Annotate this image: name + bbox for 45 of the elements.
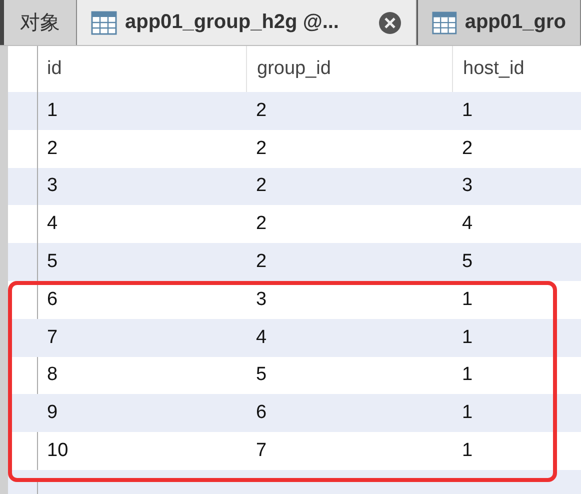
table-row[interactable]: 8 5 1 <box>8 356 581 394</box>
table-row[interactable]: 5 2 5 <box>8 243 581 281</box>
table-cell-text: 2 <box>255 174 268 198</box>
table-cell-text: 2 <box>255 136 268 161</box>
table-cell-text: 1 <box>461 288 474 312</box>
tab[interactable]: app01_gro <box>417 0 581 45</box>
table-row[interactable]: 6 3 1 <box>8 280 581 319</box>
table-cell-text: 5 <box>255 363 268 388</box>
table-row[interactable]: 1 2 1 <box>8 92 581 130</box>
table-cell-text: 1 <box>461 98 474 123</box>
table-cell-text: 2 <box>255 212 268 236</box>
table-cell-text: 3 <box>46 174 59 198</box>
table-cell-text: 2 <box>46 136 59 161</box>
table-cell-text: 1 <box>461 439 474 464</box>
table-cell-text: 6 <box>255 401 268 426</box>
close-icon[interactable] <box>378 10 402 34</box>
table-cell-text: 2 <box>255 250 268 274</box>
table-cell-text: 1 <box>461 363 474 388</box>
table-cell-text: 2 <box>255 98 268 123</box>
tab[interactable]: 对象 <box>0 0 77 45</box>
column-header[interactable]: id <box>37 46 246 92</box>
table-cell-text: 3 <box>461 174 474 198</box>
table-icon <box>91 10 117 34</box>
table-row[interactable]: 3 2 3 <box>8 168 581 206</box>
table-row[interactable]: 10 7 1 <box>8 432 581 470</box>
table-cell-text: 3 <box>255 288 268 312</box>
table-cell-text: 4 <box>461 212 474 236</box>
table-icon <box>432 10 457 34</box>
table-cell-text: 1 <box>461 401 474 426</box>
table-row[interactable]: 4 2 4 <box>8 205 581 244</box>
table-cell-text: 4 <box>46 212 59 236</box>
table-cell-text: 10 <box>46 439 70 464</box>
table-cell-text: 6 <box>46 288 59 312</box>
tab[interactable]: app01_group_h2g @... <box>77 0 417 45</box>
table-cell-text: 5 <box>461 250 474 274</box>
table-cell-text: 1 <box>46 98 59 123</box>
table-cell-text: 2 <box>461 136 474 161</box>
table-cell-text: 7 <box>46 326 59 350</box>
table-cell-text: 7 <box>255 439 268 464</box>
table-cell-text: 9 <box>46 401 59 426</box>
table-cell-text: 1 <box>461 326 474 350</box>
table-cell-text: 5 <box>46 250 59 274</box>
table-cell-text: 8 <box>46 363 59 388</box>
table-row[interactable]: 2 2 2 <box>8 130 581 168</box>
table-cell-text: 4 <box>255 326 268 350</box>
